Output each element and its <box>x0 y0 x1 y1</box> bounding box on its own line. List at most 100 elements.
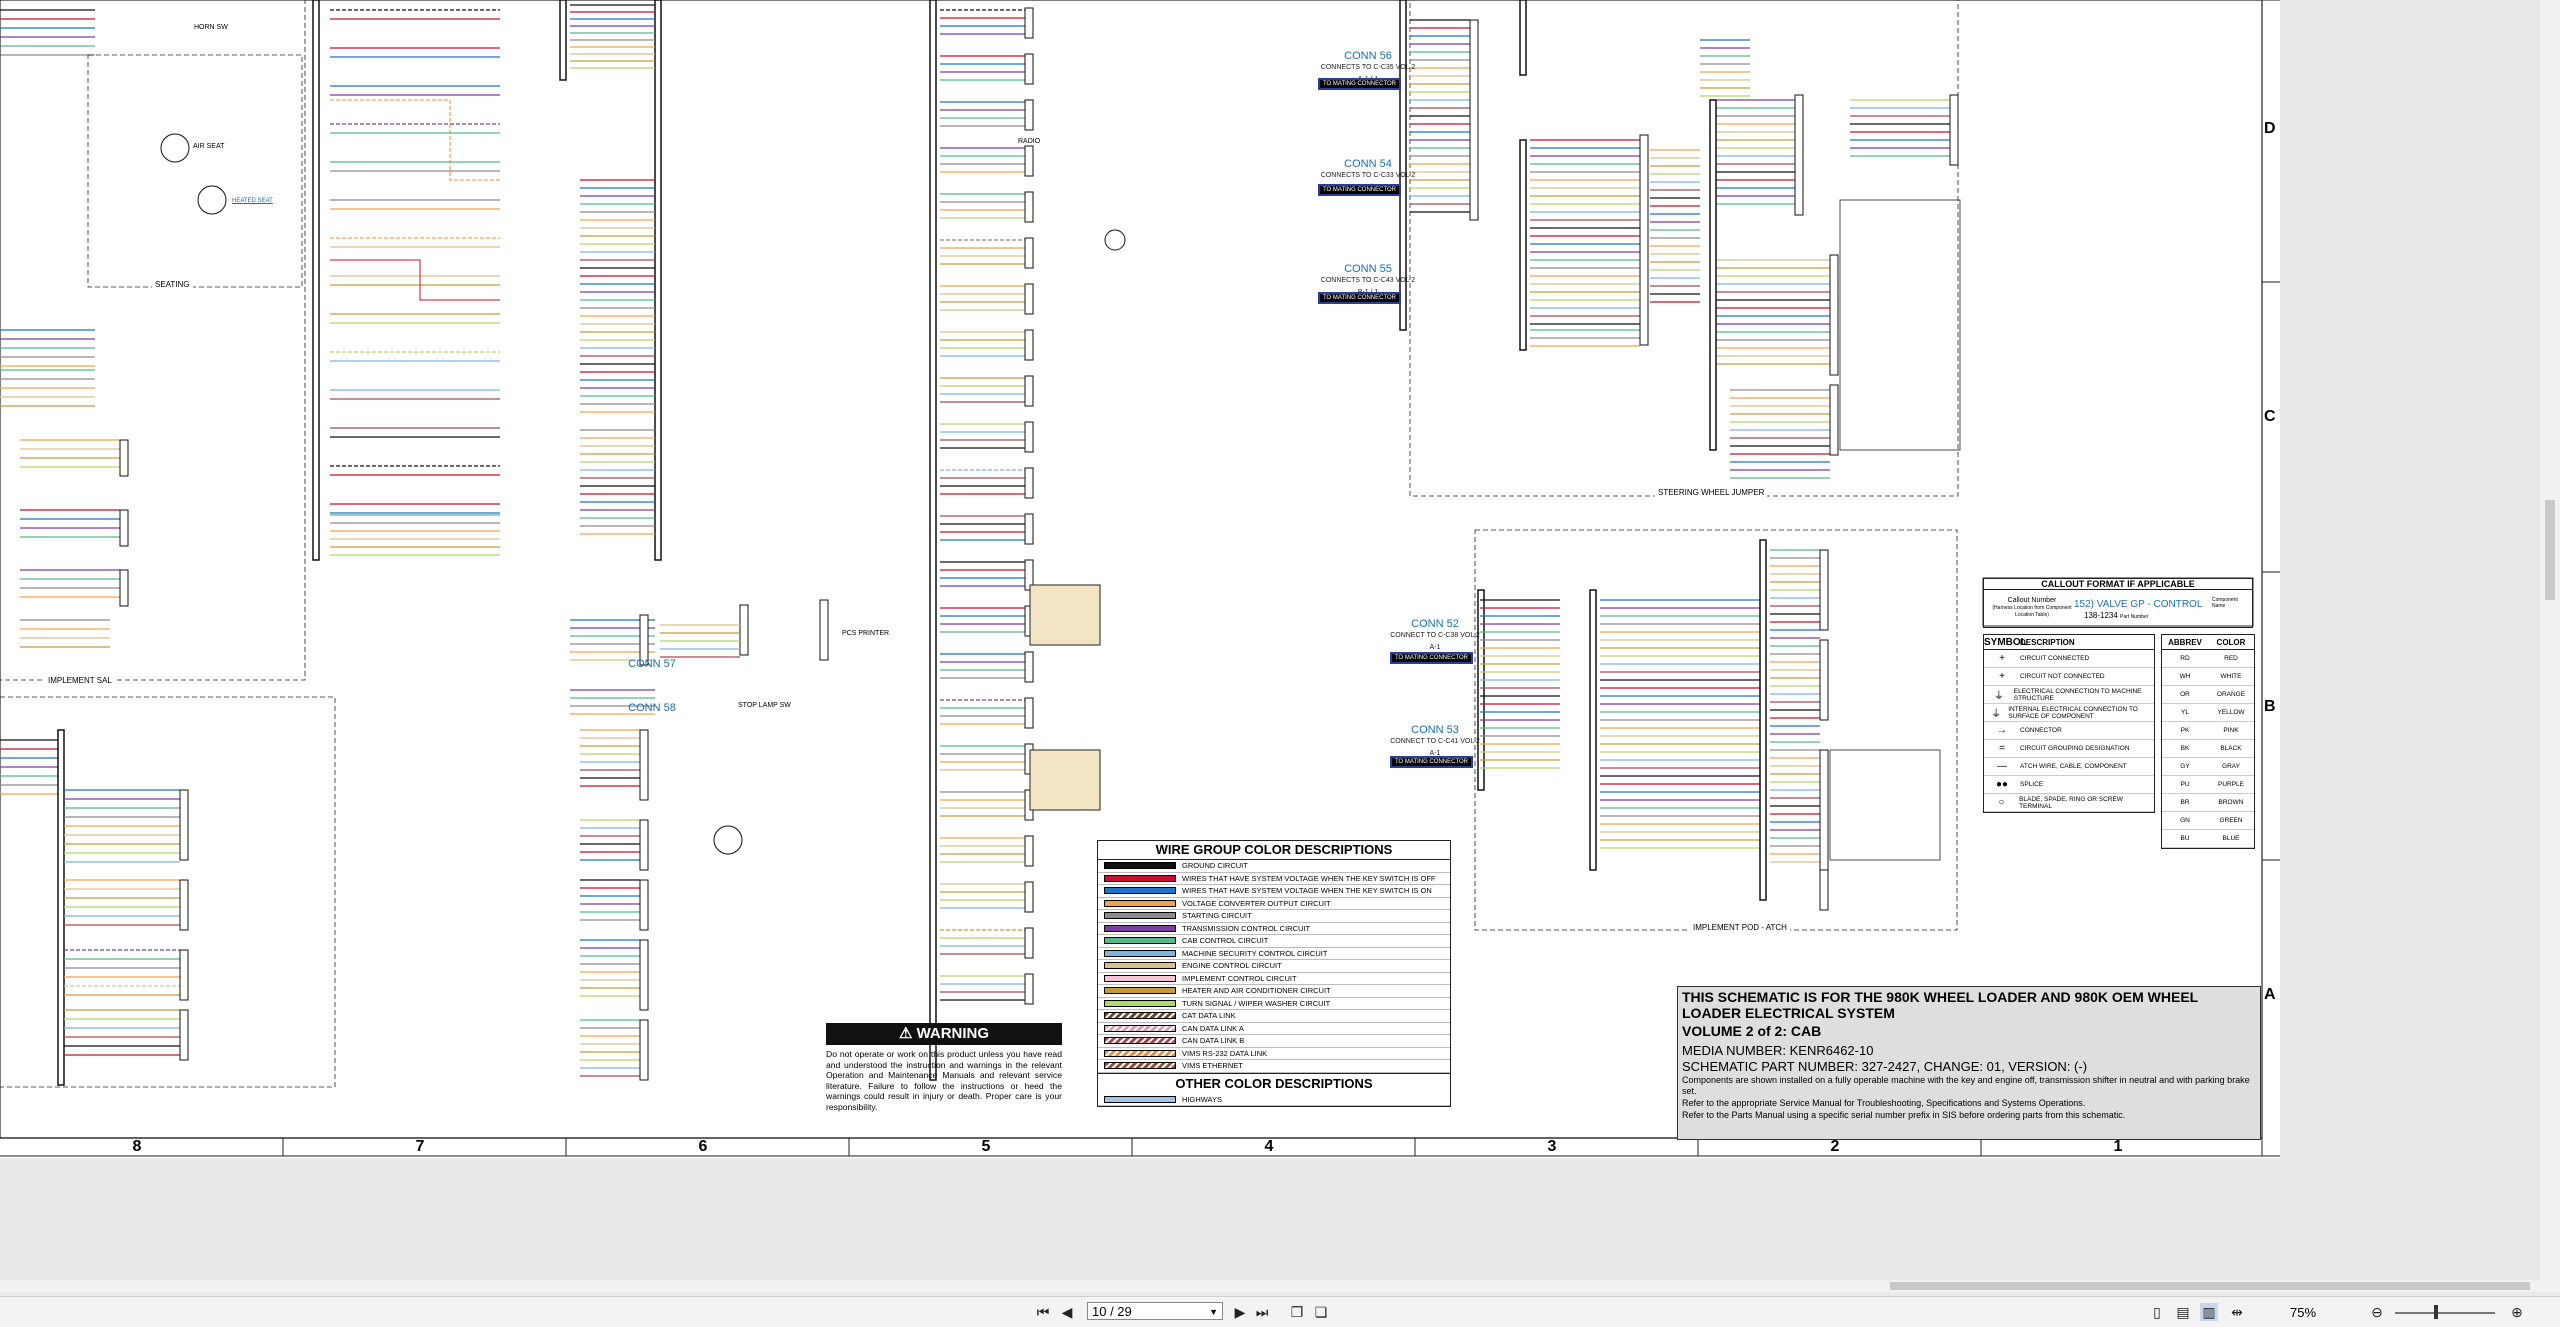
harness-bus <box>1709 99 1717 451</box>
connector <box>1469 19 1479 221</box>
media-number: MEDIA NUMBER: KENR6462-10 <box>1682 1043 1874 1058</box>
column-number: 6 <box>698 1138 708 1155</box>
warning-title: WARNING <box>916 1025 990 1042</box>
component-box <box>0 0 306 681</box>
wire-group-label: VOLTAGE CONVERTER OUTPUT CIRCUIT <box>1182 898 1331 908</box>
abbrev-color: WHITE <box>2220 673 2242 680</box>
fit-width-icon[interactable]: ⇹ <box>2228 1303 2246 1321</box>
connector <box>639 729 649 801</box>
conn-55-mating-tag: TO MATING CONNECTOR <box>1318 292 1402 304</box>
paste-icon[interactable]: ❏ <box>1312 1303 1330 1321</box>
wire-group-row: HEATER AND AIR CONDITIONER CIRCUIT <box>1098 985 1450 998</box>
symbol-description: CIRCUIT NOT CONNECTED <box>2020 673 2105 680</box>
abbrev-code: BK <box>2180 745 2190 752</box>
symbol-row: = CIRCUIT GROUPING DESIGNATION <box>1984 740 2154 758</box>
wire-group-row: CAN DATA LINK B <box>1098 1035 1450 1048</box>
symbol-row: → CONNECTOR <box>1984 722 2154 740</box>
symbol-description: ELECTRICAL CONNECTION TO MACHINE STRUCTU… <box>2013 687 2142 702</box>
abbrev-row: PK PINK <box>2162 722 2254 740</box>
vertical-scroll-thumb[interactable] <box>2545 500 2555 600</box>
connector <box>1024 927 1034 959</box>
wire-group-row: CAN DATA LINK A <box>1098 1023 1450 1035</box>
color-header: COLOR <box>2216 637 2246 647</box>
connector <box>119 569 129 607</box>
wire-group-title: WIRE GROUP COLOR DESCRIPTIONS <box>1098 841 1450 860</box>
harness-bus <box>57 729 65 1086</box>
continuous-view-icon[interactable]: ▤ <box>2174 1303 2192 1321</box>
column-number: 5 <box>981 1138 991 1155</box>
wire-color-swatch <box>1104 1062 1176 1070</box>
wire-group-label: STARTING CIRCUIT <box>1182 911 1252 921</box>
connector <box>1024 697 1034 729</box>
section-label-implement-sal: IMPLEMENT SAL <box>45 676 115 685</box>
section-label-seating: SEATING <box>152 280 193 289</box>
horizontal-scrollbar[interactable] <box>0 1280 2560 1292</box>
wire-group-row: TURN SIGNAL / WIPER WASHER CIRCUIT <box>1098 998 1450 1010</box>
next-page-button[interactable]: ▶ <box>1231 1303 1249 1321</box>
zoom-level[interactable]: 75% <box>2290 1305 2316 1320</box>
wire-color-swatch <box>1104 949 1176 957</box>
harness-bus <box>929 0 937 1081</box>
abbrev-code: YL <box>2181 709 2189 716</box>
conn-52-label: CONN 52 CONNECT TO C-C38 VOL 2 A-1 <box>1390 618 1480 651</box>
symbol-row: ⏚ ELECTRICAL CONNECTION TO MACHINE STRUCT… <box>1984 686 2154 704</box>
last-page-button[interactable]: ⏭ <box>1253 1303 1271 1321</box>
wire-group-label: MACHINE SECURITY CONTROL CIRCUIT <box>1182 948 1328 958</box>
conn-54-mating-tag: TO MATING CONNECTOR <box>1318 184 1402 196</box>
symbol-glyph: + <box>1999 671 2005 682</box>
conn-53-label: CONN 53 CONNECT TO C-C41 VOL 2 A-1 <box>1390 724 1480 757</box>
abbrev-row: PU PURPLE <box>2162 776 2254 794</box>
wire-group-label: TRANSMISSION CONTROL CIRCUIT <box>1182 923 1311 933</box>
wire-group-label: VIMS ETHERNET <box>1182 1061 1243 1071</box>
wire-group-label: TURN SIGNAL / WIPER WASHER CIRCUIT <box>1182 998 1331 1008</box>
note-2: Refer to the appropriate Service Manual … <box>1682 1098 2086 1108</box>
wire-color-swatch <box>1104 862 1176 870</box>
warning-box: ⚠ WARNING Do not operate or work on this… <box>826 1023 1062 1112</box>
wire-group-row: CAB CONTROL CIRCUIT <box>1098 935 1450 948</box>
wire-group-row: MACHINE SECURITY CONTROL CIRCUIT <box>1098 948 1450 960</box>
connector <box>1024 467 1034 499</box>
vertical-scrollbar[interactable] <box>2540 0 2560 1280</box>
horizontal-scroll-thumb[interactable] <box>1890 1282 2530 1290</box>
wire-group-row: VIMS ETHERNET <box>1098 1060 1450 1073</box>
single-page-view-icon[interactable]: ▯ <box>2148 1303 2166 1321</box>
two-page-view-icon[interactable]: ▥ <box>2200 1303 2218 1321</box>
viewer-toolbar: ⏮ ◀ 10 / 29 ▼ ▶ ⏭ ❐ ❏ ▯ ▤ ▥ ⇹ 75% ⊖ ⊕ <box>0 1296 2560 1327</box>
harness-bus <box>312 0 320 561</box>
first-page-button[interactable]: ⏮ <box>1034 1303 1052 1321</box>
symbol-row: — ATCH WIRE, CABLE, COMPONENT <box>1984 758 2154 776</box>
document-viewport[interactable]: D C B A 8 7 6 5 4 3 2 1 CONN 56 CONNECTS … <box>0 0 2560 1290</box>
harness-bus <box>1589 589 1597 871</box>
wire-group-row: WIRES THAT HAVE SYSTEM VOLTAGE WHEN THE … <box>1098 885 1450 898</box>
connector <box>1024 53 1034 85</box>
wire <box>330 259 500 301</box>
component-box <box>1409 0 1959 497</box>
component-label-stop-lamp: STOP LAMP SW <box>738 702 791 709</box>
zoom-in-icon[interactable]: ⊕ <box>2508 1303 2526 1321</box>
connector <box>639 819 649 871</box>
previous-page-button[interactable]: ◀ <box>1058 1303 1076 1321</box>
copy-icon[interactable]: ❐ <box>1288 1303 1306 1321</box>
abbrev-color: BLACK <box>2220 745 2242 752</box>
conn-57-label: CONN 57 <box>628 658 676 670</box>
abbrev-row: BK BLACK <box>2162 740 2254 758</box>
zoom-slider-thumb[interactable] <box>2434 1305 2438 1319</box>
abbrev-color: GRAY <box>2222 763 2240 770</box>
component-box <box>87 54 303 288</box>
wire-color-swatch <box>1104 962 1176 970</box>
zoom-slider[interactable] <box>2395 1312 2495 1314</box>
symbol-row: ○ BLADE, SPADE, RING OR SCREW TERMINAL <box>1984 794 2154 812</box>
harness-bus <box>654 0 662 561</box>
connector <box>1819 749 1829 871</box>
connector <box>1024 237 1034 269</box>
wire-group-row: WIRES THAT HAVE SYSTEM VOLTAGE WHEN THE … <box>1098 873 1450 885</box>
zone-letter-c: C <box>2264 408 2276 425</box>
connector <box>1024 881 1034 913</box>
wire-group-label: GROUND CIRCUIT <box>1182 861 1248 871</box>
symbol-description: SPLICE <box>2020 781 2044 788</box>
zoom-out-icon[interactable]: ⊖ <box>2368 1303 2386 1321</box>
page-number-select[interactable]: 10 / 29 ▼ <box>1087 1302 1223 1320</box>
connector <box>1949 94 1959 166</box>
wire-group-label: HEATER AND AIR CONDITIONER CIRCUIT <box>1182 986 1331 996</box>
connector <box>119 509 129 547</box>
